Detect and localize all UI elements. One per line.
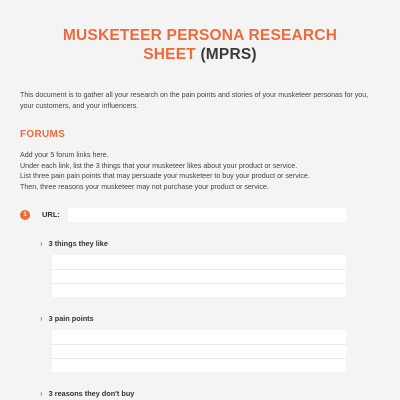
instruction-line: List three pain pain points that may per… bbox=[20, 172, 310, 180]
title-abbreviation: (MPRS) bbox=[200, 46, 257, 63]
instruction-line: Then, three reasons your musketeer may n… bbox=[20, 182, 269, 191]
likes-answer-box[interactable] bbox=[52, 255, 346, 297]
pain-points-subheading: › 3 pain points bbox=[40, 314, 94, 323]
reasons-subheading: › 3 reasons they don't buy bbox=[40, 389, 134, 398]
url-input[interactable] bbox=[68, 208, 346, 222]
instruction-line: Add your 5 forum links here. bbox=[20, 151, 109, 159]
title-line-2: SHEET bbox=[143, 46, 196, 63]
forums-heading: FORUMS bbox=[20, 129, 66, 140]
answer-divider bbox=[52, 344, 346, 345]
likes-subheading: › 3 things they like bbox=[40, 239, 108, 248]
title-line-1: MUSKETEER PERSONA RESEARCH bbox=[62, 27, 338, 44]
intro-paragraph: This document is to gather all your rese… bbox=[20, 91, 369, 110]
answer-divider bbox=[52, 358, 346, 359]
document-page: MUSKETEER PERSONA RESEARCH SHEET (MPRS) … bbox=[0, 0, 400, 400]
likes-label: 3 things they like bbox=[48, 239, 108, 248]
forums-instructions: Add your 5 forum links here. Under each … bbox=[20, 150, 380, 192]
chevron-right-icon: › bbox=[40, 389, 43, 398]
answer-divider bbox=[52, 283, 346, 284]
chevron-right-icon: › bbox=[40, 314, 43, 323]
entry-number-badge: 1 bbox=[20, 210, 30, 220]
reasons-label: 3 reasons they don't buy bbox=[48, 389, 135, 398]
page-title: MUSKETEER PERSONA RESEARCH SHEET (MPRS) bbox=[0, 26, 400, 64]
pain-points-label: 3 pain points bbox=[48, 314, 94, 323]
chevron-right-icon: › bbox=[40, 239, 43, 248]
instruction-line: Under each link, list the 3 things that … bbox=[20, 161, 298, 170]
pain-points-answer-box[interactable] bbox=[52, 330, 346, 372]
answer-divider bbox=[52, 269, 346, 270]
url-label: URL: bbox=[42, 210, 60, 219]
